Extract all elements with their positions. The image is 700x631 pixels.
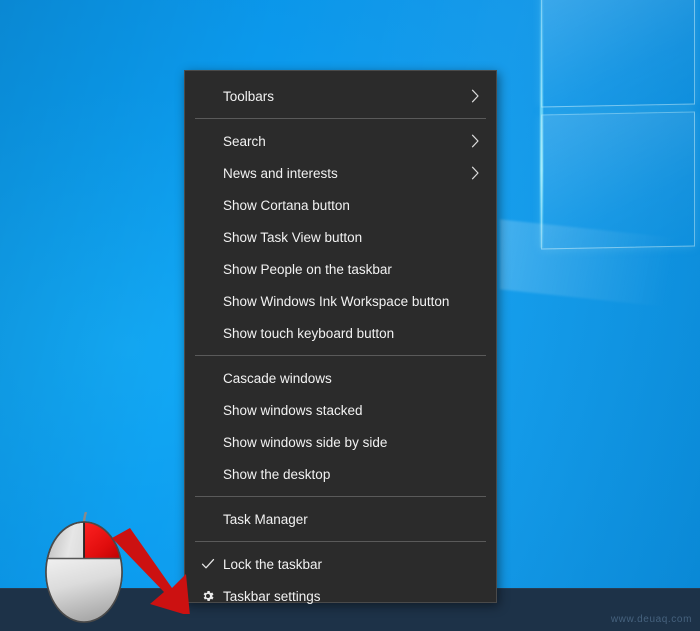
menu-item-label: Show Cortana button — [221, 198, 484, 213]
menu-separator — [195, 118, 486, 119]
gear-icon — [201, 589, 221, 603]
menu-item-label: Lock the taskbar — [221, 557, 484, 572]
menu-item-search[interactable]: Search — [185, 125, 496, 157]
screenshot-root: www.deuaq.com Toolbars Search News and int… — [0, 0, 700, 631]
chevron-right-icon — [468, 166, 482, 180]
menu-item-show-touch-keyboard-button[interactable]: Show touch keyboard button — [185, 317, 496, 349]
menu-separator — [195, 496, 486, 497]
check-icon — [201, 557, 221, 571]
chevron-right-icon — [468, 134, 482, 148]
menu-item-taskbar-settings[interactable]: Taskbar settings — [185, 580, 496, 612]
menu-item-label: Taskbar settings — [221, 589, 484, 604]
taskbar-context-menu[interactable]: Toolbars Search News and interests Show Cor… — [184, 70, 497, 603]
menu-item-label: Show the desktop — [221, 467, 484, 482]
menu-item-show-windows-stacked[interactable]: Show windows stacked — [185, 394, 496, 426]
menu-item-show-people-on-the-taskbar[interactable]: Show People on the taskbar — [185, 253, 496, 285]
menu-item-label: Show windows stacked — [221, 403, 484, 418]
arrow-shape — [112, 528, 190, 614]
menu-item-toolbars[interactable]: Toolbars — [185, 80, 496, 112]
site-watermark: www.deuaq.com — [611, 614, 692, 625]
menu-item-label: Show People on the taskbar — [221, 262, 484, 277]
menu-item-show-cortana-button[interactable]: Show Cortana button — [185, 189, 496, 221]
chevron-right-icon — [468, 89, 482, 103]
menu-separator — [195, 541, 486, 542]
menu-bottom-padding — [185, 612, 496, 621]
menu-item-label: Show Windows Ink Workspace button — [221, 294, 484, 309]
menu-item-task-manager[interactable]: Task Manager — [185, 503, 496, 535]
menu-top-padding — [185, 71, 496, 80]
menu-item-label: Toolbars — [221, 89, 468, 104]
menu-separator — [195, 355, 486, 356]
menu-item-label: Show Task View button — [221, 230, 484, 245]
menu-item-show-the-desktop[interactable]: Show the desktop — [185, 458, 496, 490]
menu-item-show-windows-ink-workspace-button[interactable]: Show Windows Ink Workspace button — [185, 285, 496, 317]
menu-item-label: Search — [221, 134, 468, 149]
menu-item-show-windows-side-by-side[interactable]: Show windows side by side — [185, 426, 496, 458]
menu-item-label: Show touch keyboard button — [221, 326, 484, 341]
menu-item-label: Task Manager — [221, 512, 484, 527]
menu-item-show-task-view-button[interactable]: Show Task View button — [185, 221, 496, 253]
menu-item-label: News and interests — [221, 166, 468, 181]
menu-item-news-and-interests[interactable]: News and interests — [185, 157, 496, 189]
red-pointer-arrow — [108, 528, 194, 614]
menu-item-label: Cascade windows — [221, 371, 484, 386]
menu-item-cascade-windows[interactable]: Cascade windows — [185, 362, 496, 394]
menu-item-lock-the-taskbar[interactable]: Lock the taskbar — [185, 548, 496, 580]
menu-item-label: Show windows side by side — [221, 435, 484, 450]
